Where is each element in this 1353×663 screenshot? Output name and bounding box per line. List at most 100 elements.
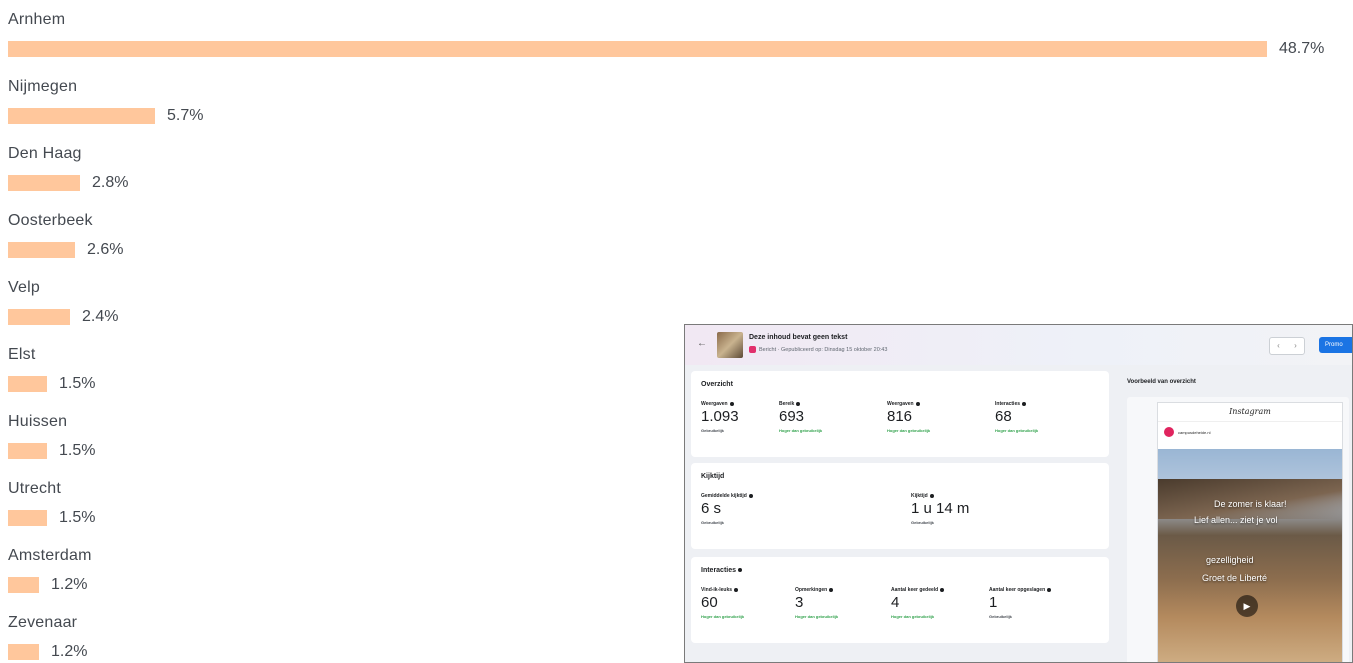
instagram-icon [749,346,756,353]
city-row: Nijmegen 5.7% [8,77,203,125]
city-bar [8,41,1267,57]
metric-status: Gebruikelijk [911,520,934,525]
next-post-button[interactable]: › [1287,338,1304,354]
city-name: Zevenaar [8,614,78,631]
avatar [1164,427,1174,437]
metric-likes: Vind-ik-leuks 60 Hoger dan gebruikelijk [701,587,744,619]
city-name: Arnhem [8,11,66,28]
city-name: Amsterdam [8,547,92,564]
metric-label: Bereik [779,401,795,407]
info-icon[interactable] [929,493,934,498]
city-bar-line: 1.5% [8,375,95,393]
info-icon[interactable] [1022,401,1027,406]
back-arrow-icon[interactable]: ← [697,338,707,349]
overview-card: Overzicht Weergaven 1.093 Gebruikelijk B… [691,371,1109,457]
metric-label: Weergaven [887,401,914,407]
city-row: Utrecht 1.5% [8,479,95,527]
metric-avg-watch-time: Gemiddelde kijktijd 6 s Gebruikelijk [701,493,753,525]
city-name: Den Haag [8,145,82,162]
instagram-preview: Instagram campusdeheide.nl De zomer is k… [1157,402,1343,662]
overview-title: Overzicht [701,381,733,388]
info-icon[interactable] [734,587,739,592]
prev-post-button[interactable]: ‹ [1270,338,1287,354]
metric-comments: Opmerkingen 3 Hoger dan gebruikelijk [795,587,838,619]
interactions-title: Interacties [701,567,743,574]
preview-title: Voorbeeld van overzicht [1127,379,1196,385]
city-name: Huissen [8,413,68,430]
city-percentage: 48.7% [1279,40,1325,57]
metric-interactions: Interacties 68 Hoger dan gebruikelijk [995,401,1038,433]
city-name: Elst [8,346,36,363]
city-bar [8,242,75,258]
metric-label: Gemiddelde kijktijd [701,493,747,499]
metric-status: Hoger dan gebruikelijk [795,614,839,619]
info-icon[interactable] [796,401,801,406]
metric-status: Hoger dan gebruikelijk [779,428,823,433]
info-icon[interactable] [738,568,743,573]
metric-value: 3 [795,594,804,611]
info-icon[interactable] [940,587,945,592]
city-bar [8,108,155,124]
city-bar [8,644,39,660]
metric-label: Opmerkingen [795,587,828,593]
city-bar-line: 1.5% [8,442,95,460]
city-bar-line: 48.7% [8,40,1324,58]
info-icon[interactable] [829,587,834,592]
post-subtitle: Bericht · Gepubliceerd op: Dinsdag 15 ok… [749,346,887,353]
city-bar-line: 2.4% [8,308,118,326]
info-icon[interactable] [1047,587,1052,592]
promote-button[interactable]: Promo [1319,337,1352,353]
city-percentage: 5.7% [167,107,204,124]
city-row: Zevenaar 1.2% [8,613,87,661]
metric-label: Vind-ik-leuks [701,587,733,593]
city-percentage: 2.8% [92,174,129,191]
city-percentage: 1.5% [59,509,96,526]
city-bar [8,376,47,392]
city-percentage: 2.4% [82,308,119,325]
photo-overlay-text: Lief allen... ziet je vol [1194,515,1278,525]
metric-label: Aantal keer gedeeld [891,587,939,593]
metric-label: Aantal keer opgeslagen [989,587,1046,593]
photo-overlay-text: De zomer is klaar! [1214,499,1287,509]
preview-account: campusdeheide.nl [1158,422,1342,442]
city-bar-line: 2.8% [8,174,128,192]
post-photo: De zomer is klaar! Lief allen... ziet je… [1158,449,1342,662]
watch-time-card: Kijktijd Gemiddelde kijktijd 6 s Gebruik… [691,463,1109,549]
metric-value: 1 u 14 m [911,500,970,517]
watch-time-title: Kijktijd [701,473,725,480]
panel-header: ← Deze inhoud bevat geen tekst Bericht ·… [685,325,1352,365]
interactions-title-text: Interacties [701,567,737,574]
city-row: Den Haag 2.8% [8,144,128,192]
city-bar-line: 1.5% [8,509,95,527]
info-icon[interactable] [915,401,920,406]
metric-value: 1 [989,594,998,611]
city-row: Amsterdam 1.2% [8,546,92,594]
city-bar-line: 2.6% [8,241,123,259]
photo-overlay-text: Groet de Liberté [1202,573,1268,583]
post-thumbnail [717,332,743,358]
city-bar [8,443,47,459]
metric-reach: Bereik 693 Hoger dan gebruikelijk [779,401,822,433]
play-icon[interactable]: ▶ [1236,595,1258,617]
metric-watch-time: Kijktijd 1 u 14 m Gebruikelijk [911,493,969,525]
city-bar [8,175,80,191]
metric-shares: Aantal keer gedeeld 4 Hoger dan gebruike… [891,587,945,619]
metric-saves: Aantal keer opgeslagen 1 Gebruikelijk [989,587,1052,619]
metric-status: Gebruikelijk [701,428,724,433]
metric-status: Hoger dan gebruikelijk [701,614,745,619]
city-row: Velp 2.4% [8,278,118,326]
post-subtitle-text: Bericht · Gepubliceerd op: Dinsdag 15 ok… [759,346,888,353]
metric-label: Weergaven [701,401,728,407]
info-icon[interactable] [729,401,734,406]
info-icon[interactable] [748,493,753,498]
city-bar-line: 5.7% [8,107,203,125]
metric-value: 4 [891,594,900,611]
interactions-card: Interacties Vind-ik-leuks 60 Hoger dan g… [691,557,1109,643]
city-row: Arnhem 48.7% [8,10,1324,58]
metric-value: 60 [701,594,718,611]
city-bar [8,309,70,325]
metric-status: Hoger dan gebruikelijk [891,614,935,619]
city-row: Huissen 1.5% [8,412,95,460]
metric-value: 1.093 [701,408,739,425]
metric-value: 816 [887,408,913,425]
